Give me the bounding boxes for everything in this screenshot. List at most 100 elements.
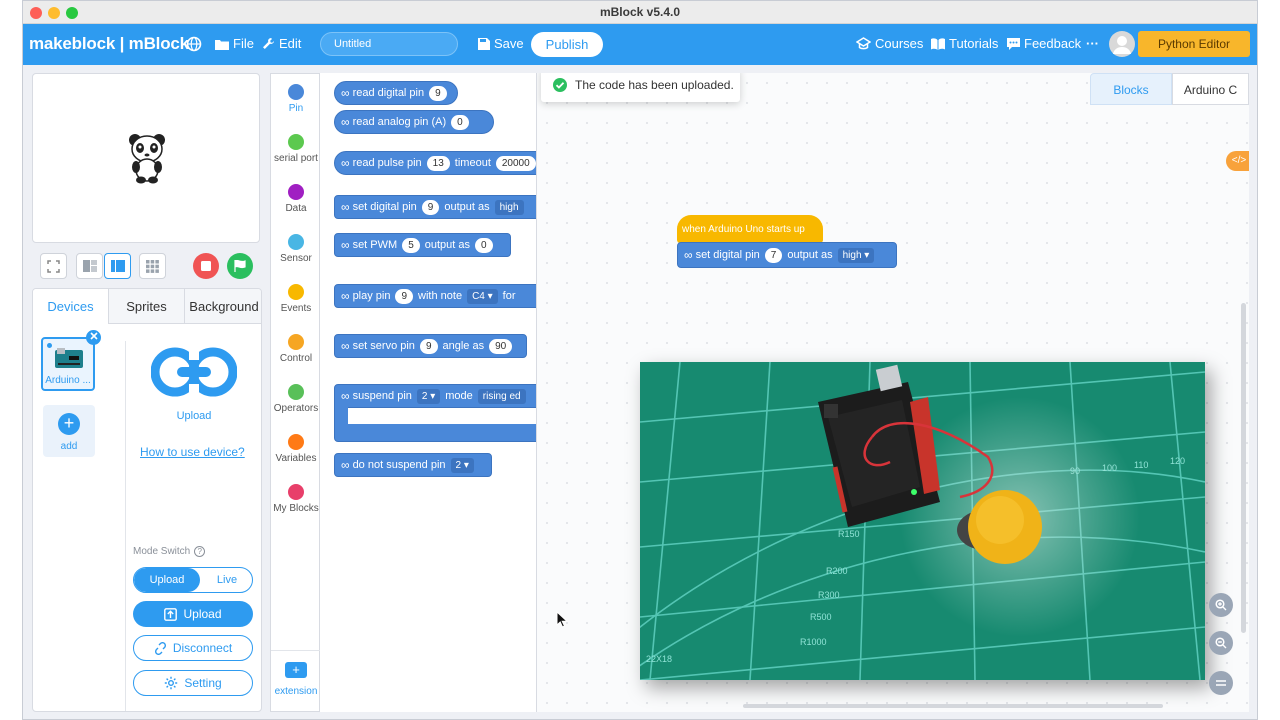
vertical-scrollbar[interactable] <box>1241 303 1246 633</box>
block-input[interactable]: 7 <box>764 247 783 263</box>
user-avatar[interactable] <box>1109 31 1135 57</box>
panda-sprite <box>129 134 165 184</box>
block-text: set PWM <box>352 239 398 251</box>
device-card-arduino[interactable]: Arduino ... <box>41 337 95 391</box>
block-input[interactable]: 5 <box>402 237 420 253</box>
category-data[interactable]: Data <box>271 184 321 214</box>
block-input[interactable]: 9 <box>421 199 440 215</box>
tab-sprites[interactable]: Sprites <box>109 289 185 324</box>
block-text: read pulse pin <box>352 157 422 169</box>
horizontal-scrollbar[interactable] <box>743 704 1163 708</box>
normal-stage-button[interactable] <box>104 253 131 279</box>
book-icon <box>931 37 945 50</box>
link-icon <box>150 347 238 397</box>
block-read-digital-pin[interactable]: ∞ read digital pin 9 <box>334 81 458 105</box>
save-button[interactable]: Save <box>478 36 524 51</box>
arduino-icon: ∞ <box>341 200 349 214</box>
python-editor-button[interactable]: Python Editor <box>1138 31 1250 57</box>
block-read-pulse-pin[interactable]: ∞ read pulse pin 13 timeout 20000 <box>334 151 536 175</box>
mode-upload-option[interactable]: Upload <box>134 568 200 592</box>
block-dropdown[interactable]: 2 ▾ <box>450 457 474 473</box>
hat-block-arduino-starts[interactable]: when Arduino Uno starts up <box>677 215 823 243</box>
block-set-digital-pin[interactable]: ∞ set digital pin 9 output as high <box>334 195 536 219</box>
green-flag-button[interactable] <box>227 253 253 279</box>
category-variables[interactable]: Variables <box>271 434 321 464</box>
block-do-not-suspend-pin[interactable]: ∞ do not suspend pin 2 ▾ <box>334 453 492 477</box>
block-input[interactable]: 9 <box>395 288 414 304</box>
disconnect-button[interactable]: Disconnect <box>133 635 253 661</box>
code-toggle-button[interactable]: </> <box>1226 151 1249 171</box>
save-label: Save <box>494 36 524 51</box>
suspend-pin-mouth-left <box>334 407 348 425</box>
fullscreen-icon <box>47 259 60 273</box>
category-sensor[interactable]: Sensor <box>271 234 321 264</box>
add-device-button[interactable]: + add <box>43 405 95 457</box>
chat-icon <box>1007 37 1020 50</box>
edit-menu[interactable]: Edit <box>262 36 301 51</box>
more-menu-button[interactable]: ··· <box>1086 36 1099 51</box>
feedback-link[interactable]: Feedback <box>1007 36 1081 51</box>
block-dropdown[interactable]: rising ed <box>477 388 526 404</box>
ruler-label: R1000 <box>800 637 827 647</box>
block-input[interactable]: 9 <box>429 85 447 101</box>
category-control[interactable]: Control <box>271 334 321 364</box>
tab-arduino-c[interactable]: Arduino C <box>1172 73 1249 105</box>
block-input[interactable]: 13 <box>426 155 450 171</box>
arduino-icon: ∞ <box>341 339 349 353</box>
device-upload-area[interactable]: Upload <box>150 346 238 426</box>
script-area[interactable]: The code has been uploaded. Blocks Ardui… <box>537 73 1249 712</box>
courses-link[interactable]: Courses <box>856 36 923 51</box>
tab-blocks[interactable]: Blocks <box>1090 73 1172 105</box>
script-block-set-digital-pin[interactable]: ∞ set digital pin 7 output as high ▾ <box>677 242 897 268</box>
tab-background[interactable]: Background <box>185 289 261 324</box>
stage-canvas[interactable] <box>32 73 260 243</box>
help-icon: ? <box>194 546 206 557</box>
block-input[interactable]: 0 <box>475 237 493 253</box>
project-name-input[interactable]: Untitled <box>320 32 458 56</box>
small-stage-button[interactable] <box>76 253 103 279</box>
zoom-out-icon <box>1215 637 1227 649</box>
block-input[interactable]: 0 <box>451 114 469 130</box>
block-read-analog-pin[interactable]: ∞ read analog pin (A) 0 <box>334 110 494 134</box>
category-color-dot <box>288 434 304 450</box>
tab-devices[interactable]: Devices <box>33 289 109 324</box>
file-menu[interactable]: File <box>215 36 254 51</box>
stop-button[interactable] <box>193 253 219 279</box>
gear-icon <box>165 676 178 690</box>
block-dropdown[interactable]: C4 ▾ <box>467 288 498 304</box>
block-text: timeout <box>454 157 491 169</box>
publish-button[interactable]: Publish <box>531 32 603 57</box>
block-set-servo-pin[interactable]: ∞ set servo pin 9 angle as 90 <box>334 334 527 358</box>
block-dropdown[interactable]: 2 ▾ <box>416 388 441 404</box>
category-pin[interactable]: Pin <box>271 84 321 114</box>
category-color-dot <box>288 384 304 400</box>
category-serial-port[interactable]: serial port <box>271 134 321 164</box>
mode-live-option[interactable]: Live <box>200 568 252 592</box>
ruler-label: R300 <box>818 590 840 600</box>
how-to-use-link[interactable]: How to use device? <box>140 445 245 459</box>
block-input[interactable]: 90 <box>489 338 513 354</box>
block-input[interactable]: 20000 <box>495 155 536 171</box>
category-my-blocks[interactable]: My Blocks <box>271 484 321 514</box>
block-suspend-pin[interactable]: ∞ suspend pin 2 ▾ mode rising ed <box>334 384 536 442</box>
grid-view-button[interactable] <box>139 253 166 279</box>
language-button[interactable] <box>186 36 202 52</box>
block-dropdown[interactable]: high ▾ <box>837 247 875 263</box>
zoom-in-button[interactable] <box>1209 593 1233 617</box>
block-play-pin[interactable]: ∞ play pin 9 with note C4 ▾ for <box>334 284 536 308</box>
block-text: play pin <box>352 290 391 302</box>
extension-button[interactable]: + extension <box>271 662 321 697</box>
fullscreen-button[interactable] <box>40 253 67 279</box>
category-events[interactable]: Events <box>271 284 321 314</box>
block-input[interactable]: 9 <box>419 338 438 354</box>
upload-button[interactable]: Upload <box>133 601 253 627</box>
zoom-out-button[interactable] <box>1209 631 1233 655</box>
category-operators[interactable]: Operators <box>271 384 321 414</box>
setting-button[interactable]: Setting <box>133 670 253 696</box>
zoom-reset-button[interactable] <box>1209 671 1233 695</box>
category-label: serial port <box>274 153 318 164</box>
remove-device-button[interactable] <box>86 330 101 345</box>
block-dropdown[interactable]: high <box>494 199 524 215</box>
block-set-pwm[interactable]: ∞ set PWM 5 output as 0 <box>334 233 511 257</box>
tutorials-link[interactable]: Tutorials <box>931 36 998 51</box>
